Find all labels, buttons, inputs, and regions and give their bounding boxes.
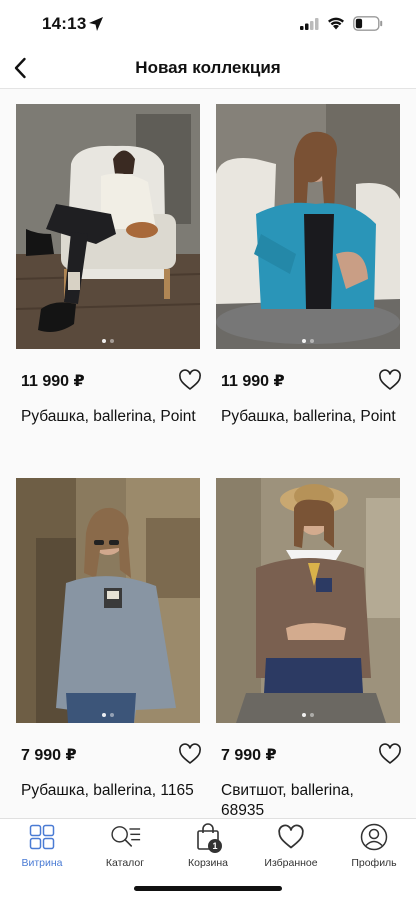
tab-label: Корзина <box>188 857 228 869</box>
image-pager <box>16 713 200 717</box>
pager-dot <box>110 713 114 717</box>
tab-favorites[interactable]: Избранное <box>251 823 331 871</box>
product-image[interactable] <box>16 104 200 349</box>
pager-dot <box>302 713 306 717</box>
navigation-bar: Новая коллекция <box>0 50 416 88</box>
pager-dot <box>310 713 314 717</box>
product-image[interactable] <box>16 478 200 723</box>
photo-woman-in-teal-shirt <box>216 104 400 349</box>
heart-icon <box>275 823 307 851</box>
pager-dot <box>302 339 306 343</box>
shopping-bag-icon: 1 <box>192 823 224 853</box>
product-image[interactable] <box>216 104 400 349</box>
product-name: Свитшот, ballerina, 68935 <box>221 782 354 818</box>
status-bar: 14:13 <box>0 0 416 50</box>
product-image[interactable] <box>216 478 400 723</box>
cellular-signal-icon <box>300 18 319 30</box>
product-price: 7 990 ₽ <box>21 747 77 764</box>
tab-label: Профиль <box>351 857 397 869</box>
product-price: 7 990 ₽ <box>221 747 277 764</box>
photo-woman-in-cream-jacket <box>16 104 200 349</box>
favorite-heart-icon[interactable] <box>378 369 402 391</box>
product-grid: 11 990 ₽ Рубашка, ballerina, Point 11 99… <box>0 89 416 818</box>
tab-cart[interactable]: 1 Корзина <box>168 823 248 871</box>
search-list-icon <box>109 823 141 851</box>
product-name: Рубашка, ballerina, Point <box>21 408 196 425</box>
product-price: 11 990 ₽ <box>21 373 85 390</box>
pager-dot <box>110 339 114 343</box>
location-arrow-icon <box>89 17 103 31</box>
cart-count-badge: 1 <box>208 839 222 853</box>
tab-vitrina[interactable]: Витрина <box>2 823 82 871</box>
product-card[interactable]: 11 990 ₽ Рубашка, ballerina, Point <box>216 104 402 459</box>
product-card[interactable]: 7 990 ₽ Рубашка, ballerina, 1165 <box>16 478 202 818</box>
photo-woman-in-grey-shirt <box>16 478 200 723</box>
image-pager <box>216 713 400 717</box>
pager-dot <box>310 339 314 343</box>
product-name: Рубашка, ballerina, Point <box>221 408 396 425</box>
pager-dot <box>102 339 106 343</box>
tab-label: Витрина <box>21 857 63 869</box>
battery-icon <box>353 16 383 31</box>
favorite-heart-icon[interactable] <box>178 743 202 765</box>
image-pager <box>16 339 200 343</box>
product-price: 11 990 ₽ <box>221 373 285 390</box>
grid-icon <box>26 823 58 851</box>
wifi-icon <box>328 17 344 30</box>
status-time: 14:13 <box>42 14 87 33</box>
image-pager <box>216 339 400 343</box>
favorite-heart-icon[interactable] <box>178 369 202 391</box>
tab-label: Каталог <box>105 857 145 869</box>
tab-label: Избранное <box>264 857 318 869</box>
product-card[interactable]: 11 990 ₽ Рубашка, ballerina, Point <box>16 104 202 459</box>
favorite-heart-icon[interactable] <box>378 743 402 765</box>
product-name: Рубашка, ballerina, 1165 <box>21 782 194 799</box>
photo-woman-in-brown-sweatshirt <box>216 478 400 723</box>
product-card[interactable]: 7 990 ₽ Свитшот, ballerina, 68935 <box>216 478 402 818</box>
tab-profile[interactable]: Профиль <box>334 823 414 871</box>
page-title: Новая коллекция <box>135 58 281 77</box>
profile-icon <box>358 823 390 851</box>
tab-catalog[interactable]: Каталог <box>85 823 165 871</box>
home-indicator <box>134 886 282 891</box>
pager-dot <box>102 713 106 717</box>
